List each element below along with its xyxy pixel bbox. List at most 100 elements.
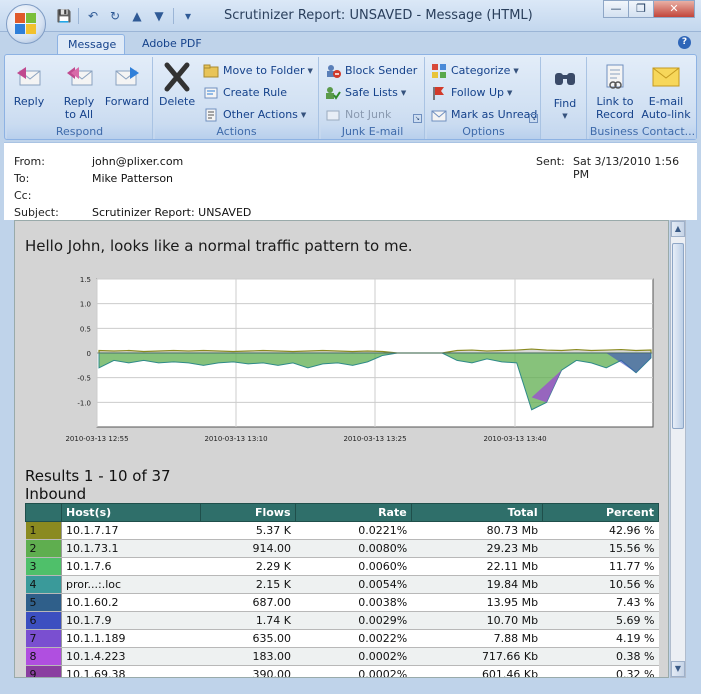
table-header-hosts[interactable]: Host(s) xyxy=(61,503,201,522)
reply-button[interactable]: Reply xyxy=(11,61,47,108)
row-flows: 635.00 xyxy=(200,629,296,648)
mark-unread-button[interactable]: Mark as Unread xyxy=(431,105,537,125)
scroll-up-icon[interactable]: ▲ xyxy=(671,221,685,237)
table-header-flows[interactable]: Flows xyxy=(199,503,296,522)
save-icon[interactable]: 💾 xyxy=(56,8,72,24)
email-autolink-label-2: Auto-link xyxy=(641,108,691,121)
row-host[interactable]: 10.1.1.189 xyxy=(61,629,201,648)
row-rate: 0.0060% xyxy=(295,557,412,576)
close-button[interactable]: ✕ xyxy=(653,0,695,18)
table-header-rate[interactable]: Rate xyxy=(294,503,412,522)
to-value[interactable]: Mike Patterson xyxy=(92,172,173,185)
table-row: 6 10.1.7.9 1.74 K 0.0029% 10.70 Mb 5.69 % xyxy=(25,611,659,630)
link-record-label-2: Record xyxy=(595,108,634,121)
row-host[interactable]: 10.1.69.38 xyxy=(61,665,201,677)
row-total: 13.95 Mb xyxy=(411,593,543,612)
create-rule-icon xyxy=(203,85,219,101)
categorize-icon xyxy=(431,63,447,79)
chevron-down-icon: ▼ xyxy=(307,67,313,75)
row-percent: 10.56 % xyxy=(542,575,659,594)
create-rule-button[interactable]: Create Rule xyxy=(203,83,287,103)
reply-all-label-2: to All xyxy=(64,108,94,121)
reply-all-button[interactable]: Reply to All xyxy=(59,61,99,121)
minimize-button[interactable]: — xyxy=(603,0,629,18)
block-sender-label: Block Sender xyxy=(345,64,418,77)
chart-y-tick-label: -0.5 xyxy=(77,375,91,383)
from-value[interactable]: john@plixer.com xyxy=(92,155,183,168)
row-host[interactable]: 10.1.60.2 xyxy=(61,593,201,612)
other-actions-button[interactable]: Other Actions ▼ xyxy=(203,105,306,125)
row-percent: 15.56 % xyxy=(542,539,659,558)
delete-button[interactable]: Delete xyxy=(159,61,195,108)
group-junk-email: Block Sender Safe Lists ▼ Not Junk ↘ Junk… xyxy=(321,57,425,139)
other-actions-label: Other Actions xyxy=(223,108,298,121)
options-dialog-launcher-icon[interactable]: ↘ xyxy=(529,114,538,123)
chart-x-tick-label: 2010-03-13 13:10 xyxy=(204,435,267,443)
group-options-label: Options xyxy=(427,125,540,139)
row-index: 4 xyxy=(25,575,62,594)
chart-y-tick-label: -1.0 xyxy=(77,399,91,407)
block-sender-button[interactable]: Block Sender xyxy=(325,61,417,81)
row-percent: 42.96 % xyxy=(542,521,659,540)
row-percent: 11.77 % xyxy=(542,557,659,576)
row-host[interactable]: 10.1.7.17 xyxy=(61,521,201,540)
row-flows: 5.37 K xyxy=(200,521,296,540)
row-host[interactable]: 10.1.73.1 xyxy=(61,539,201,558)
ribbon: Reply Reply to All Forward Respond Delet… xyxy=(4,54,697,140)
previous-item-icon[interactable]: ▲ xyxy=(129,8,145,24)
help-icon[interactable]: ? xyxy=(678,36,691,49)
mark-unread-label: Mark as Unread xyxy=(451,108,538,121)
row-host[interactable]: 10.1.7.9 xyxy=(61,611,201,630)
chevron-down-icon: ▼ xyxy=(562,112,568,120)
maximize-button[interactable]: ❐ xyxy=(628,0,654,18)
row-flows: 2.29 K xyxy=(200,557,296,576)
row-flows: 2.15 K xyxy=(200,575,296,594)
move-to-folder-button[interactable]: Move to Folder ▼ xyxy=(203,61,313,81)
follow-up-label: Follow Up xyxy=(451,86,505,99)
categorize-button[interactable]: Categorize ▼ xyxy=(431,61,519,81)
binoculars-icon xyxy=(549,63,581,95)
row-flows: 390.00 xyxy=(200,665,296,677)
find-button[interactable]: Find ▼ xyxy=(547,63,583,123)
chart-x-tick-label: 2010-03-13 13:40 xyxy=(483,435,546,443)
not-junk-button[interactable]: Not Junk xyxy=(325,105,391,125)
table-header-total[interactable]: Total xyxy=(410,503,543,522)
vertical-scrollbar[interactable]: ▲ ▼ xyxy=(670,220,686,678)
link-to-record-button[interactable]: Link to Record xyxy=(593,61,637,121)
row-index: 9 xyxy=(25,665,62,677)
row-rate: 0.0221% xyxy=(295,521,412,540)
row-total: 10.70 Mb xyxy=(411,611,543,630)
safe-lists-button[interactable]: Safe Lists ▼ xyxy=(325,83,406,103)
qat-separator xyxy=(173,8,174,24)
table-header-percent[interactable]: Percent xyxy=(541,503,660,522)
junk-dialog-launcher-icon[interactable]: ↘ xyxy=(413,114,422,123)
forward-button[interactable]: Forward xyxy=(103,61,151,108)
message-body: Hello John, looks like a normal traffic … xyxy=(14,220,669,678)
row-host[interactable]: 10.1.7.6 xyxy=(61,557,201,576)
tab-message[interactable]: Message xyxy=(57,34,125,54)
scroll-down-icon[interactable]: ▼ xyxy=(671,661,685,677)
chart-x-tick-label: 2010-03-13 13:25 xyxy=(343,435,406,443)
row-index: 2 xyxy=(25,539,62,558)
qat-separator xyxy=(78,8,79,24)
results-subtitle: Inbound xyxy=(25,485,87,503)
reply-all-label: Reply xyxy=(63,95,95,108)
row-flows: 687.00 xyxy=(200,593,296,612)
office-button[interactable] xyxy=(6,4,46,44)
undo-icon[interactable]: ↶ xyxy=(85,8,101,24)
email-autolink-button[interactable]: E-mail Auto-link xyxy=(639,61,693,121)
table-row: 5 10.1.60.2 687.00 0.0038% 13.95 Mb 7.43 % xyxy=(25,593,659,612)
tab-adobe-pdf[interactable]: Adobe PDF xyxy=(132,34,212,54)
delete-icon xyxy=(161,61,193,93)
follow-up-button[interactable]: Follow Up ▼ xyxy=(431,83,512,103)
message-header: From: john@plixer.com To: Mike Patterson… xyxy=(4,142,697,220)
next-item-icon[interactable]: ▼ xyxy=(151,8,167,24)
customize-qat-icon[interactable]: ▾ xyxy=(180,8,196,24)
row-host[interactable]: pror...:.loc xyxy=(61,575,201,594)
row-host[interactable]: 10.1.4.223 xyxy=(61,647,201,666)
chevron-down-icon: ▼ xyxy=(513,67,519,75)
row-rate: 0.0038% xyxy=(295,593,412,612)
redo-icon[interactable]: ↻ xyxy=(107,8,123,24)
scroll-thumb[interactable] xyxy=(672,243,684,429)
safe-lists-label: Safe Lists xyxy=(345,86,398,99)
